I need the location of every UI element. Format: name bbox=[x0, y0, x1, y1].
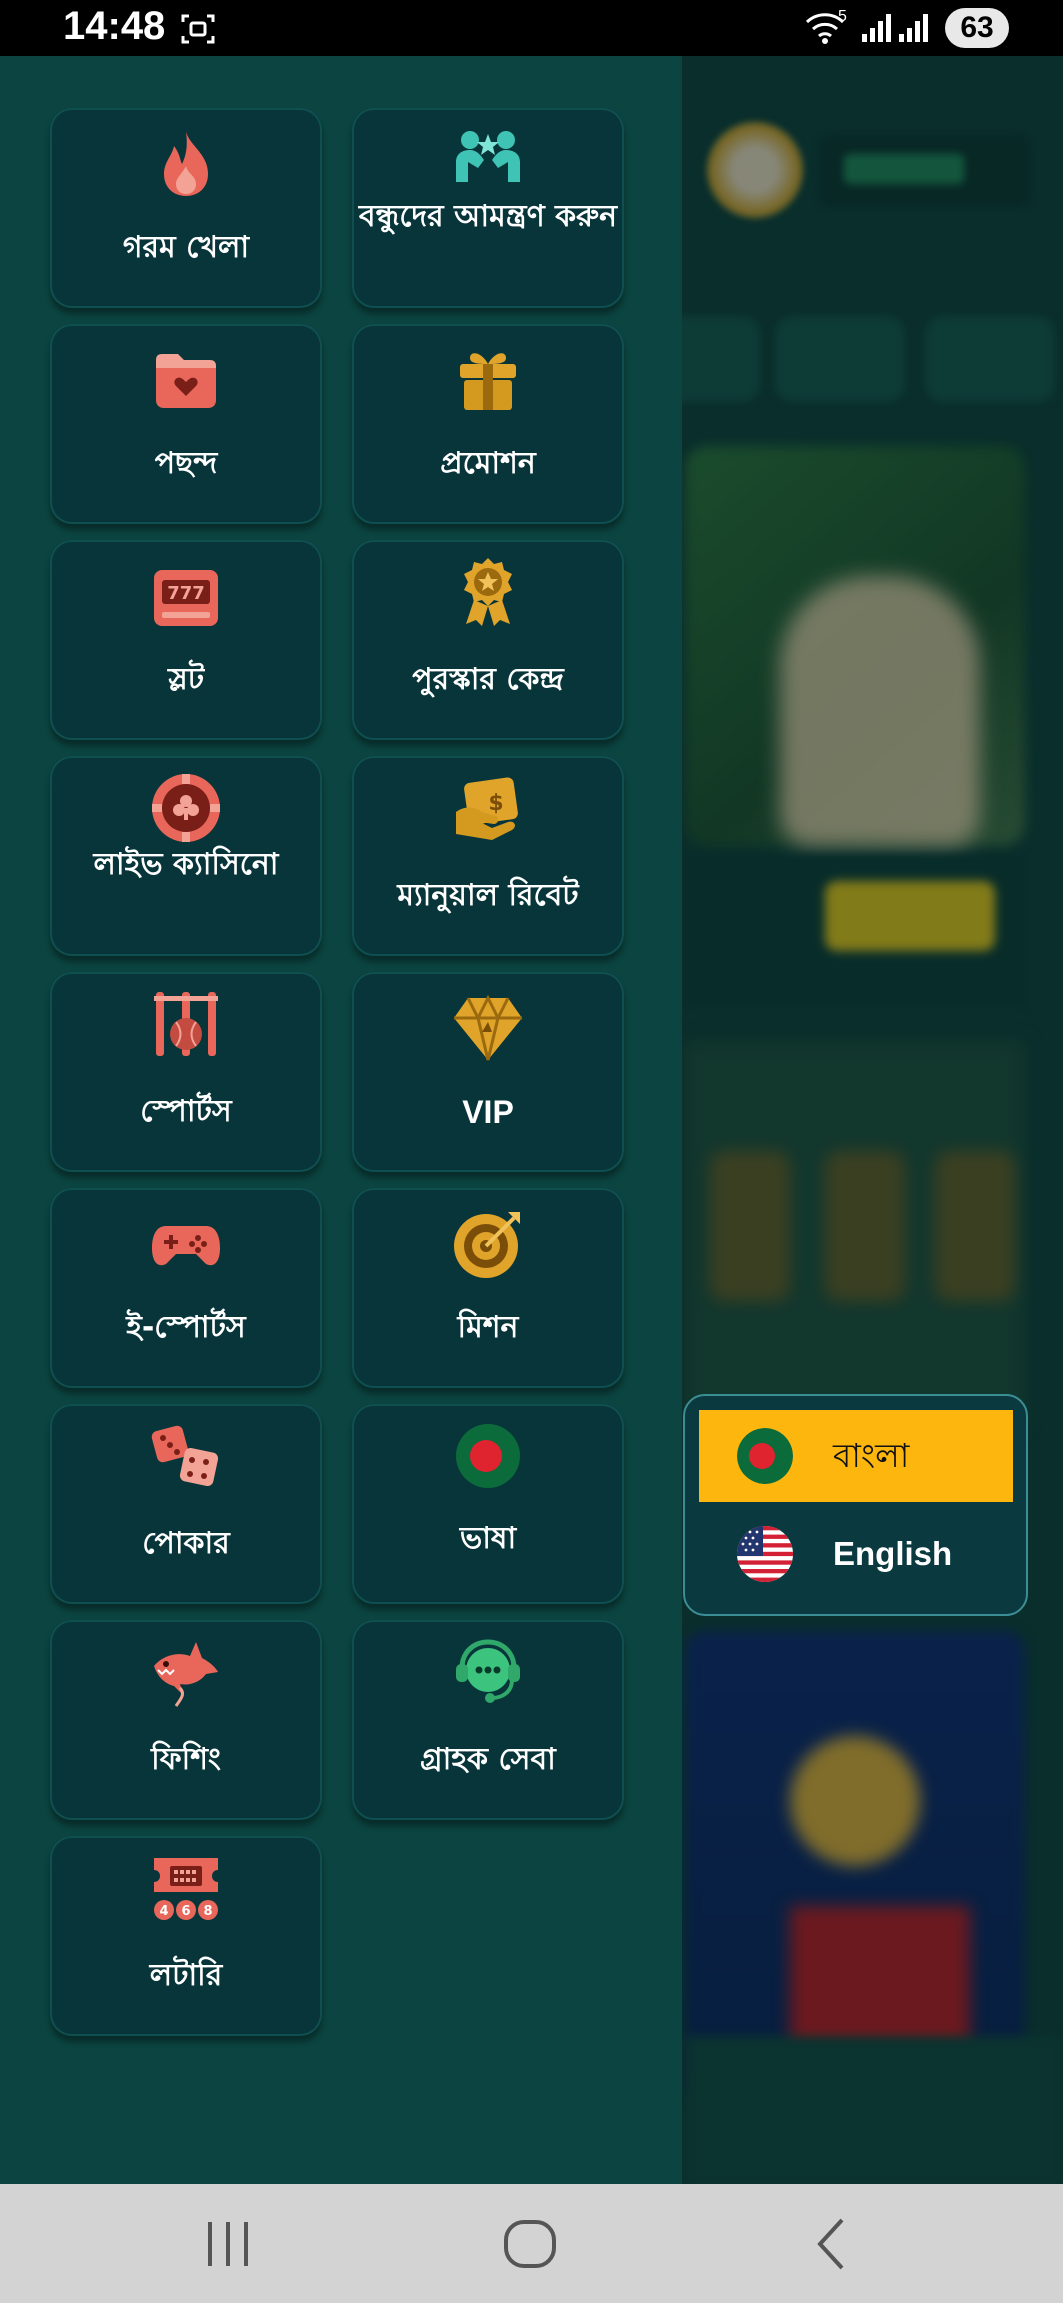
language-option-english[interactable]: English bbox=[699, 1508, 1013, 1600]
menu-item-label: ভাষা bbox=[459, 1521, 517, 1556]
menu-item-fishing[interactable]: ফিশিং bbox=[50, 1620, 322, 1820]
target-icon bbox=[454, 1212, 520, 1278]
gamepad-icon bbox=[152, 1226, 220, 1266]
dice-icon bbox=[151, 1425, 219, 1487]
gift-icon bbox=[460, 353, 516, 410]
menu-item-reward-center[interactable]: পুরস্কার কেন্দ্র bbox=[352, 540, 624, 740]
language-label: বাংলা bbox=[833, 1436, 910, 1475]
menu-item-label: লাইভ ক্যাসিনো bbox=[93, 847, 279, 882]
signal-icon-2 bbox=[899, 14, 928, 42]
bangladesh-flag-icon bbox=[737, 1428, 793, 1484]
language-option-bangla[interactable]: বাংলা bbox=[699, 1410, 1013, 1502]
invite-friends-icon bbox=[456, 131, 520, 182]
menu-item-favorites[interactable]: পছন্দ bbox=[50, 324, 322, 524]
menu-item-hot-games[interactable]: গরম খেলা bbox=[50, 108, 322, 308]
fire-icon bbox=[164, 132, 208, 196]
signal-icon bbox=[862, 14, 891, 42]
rebate-hand-icon: $ bbox=[456, 777, 518, 840]
menu-item-vip[interactable]: VIP bbox=[352, 972, 624, 1172]
menu-item-customer-service[interactable]: গ্রাহক সেবা bbox=[352, 1620, 624, 1820]
menu-item-esports[interactable]: ই-স্পোর্টস bbox=[50, 1188, 322, 1388]
svg-text:777: 777 bbox=[167, 583, 205, 604]
language-label: English bbox=[833, 1535, 953, 1572]
lottery-ticket-icon: 4 6 8 bbox=[154, 1858, 218, 1920]
status-time: 14:48 bbox=[63, 4, 166, 48]
menu-item-slot[interactable]: 777 স্লট bbox=[50, 540, 322, 740]
menu-item-label: ই-স্পোর্টস bbox=[126, 1310, 246, 1345]
menu-item-label: পছন্দ bbox=[154, 446, 218, 481]
bangladesh-flag-icon bbox=[456, 1424, 520, 1488]
screenshot-icon bbox=[181, 14, 215, 44]
menu-item-label: VIP bbox=[462, 1094, 514, 1130]
menu-item-label: গরম খেলা bbox=[122, 230, 250, 265]
home-icon[interactable] bbox=[498, 2212, 562, 2276]
back-icon[interactable] bbox=[802, 2212, 866, 2276]
menu-item-invite-friends[interactable]: বন্ধুদের আমন্ত্রণ করুন bbox=[352, 108, 624, 308]
menu-item-language[interactable]: ভাষা bbox=[352, 1404, 624, 1604]
casino-chip-icon bbox=[152, 774, 220, 842]
medal-icon bbox=[464, 558, 512, 626]
menu-item-lottery[interactable]: 4 6 8 লটারি bbox=[50, 1836, 322, 2036]
cricket-icon bbox=[154, 992, 218, 1056]
menu-item-label: স্পোর্টস bbox=[140, 1094, 232, 1129]
menu-item-label: বন্ধুদের আমন্ত্রণ করুন bbox=[358, 199, 618, 234]
menu-item-label: পুরস্কার কেন্দ্র bbox=[412, 662, 564, 697]
usa-flag-icon bbox=[737, 1526, 793, 1582]
svg-text:6: 6 bbox=[181, 1904, 190, 1919]
slot-machine-icon: 777 bbox=[154, 570, 218, 626]
wifi-label: 5 bbox=[838, 8, 847, 25]
menu-item-poker[interactable]: পোকার bbox=[50, 1404, 322, 1604]
menu-item-label: প্রমোশন bbox=[440, 446, 536, 481]
menu-item-label: স্লট bbox=[167, 662, 205, 697]
menu-item-sports[interactable]: স্পোর্টস bbox=[50, 972, 322, 1172]
favorite-folder-icon bbox=[156, 354, 216, 408]
menu-item-mission[interactable]: মিশন bbox=[352, 1188, 624, 1388]
menu-item-promotion[interactable]: প্রমোশন bbox=[352, 324, 624, 524]
diamond-icon bbox=[454, 994, 522, 1061]
menu-item-label: লটারি bbox=[149, 1958, 223, 1993]
menu-item-label: ম্যানুয়াল রিবেট bbox=[397, 878, 579, 913]
customer-service-icon bbox=[456, 1639, 520, 1703]
battery-indicator: 63 bbox=[945, 8, 1009, 48]
shark-icon bbox=[154, 1642, 218, 1707]
system-navigation-bar bbox=[0, 2184, 1063, 2303]
svg-text:8: 8 bbox=[203, 1904, 212, 1919]
menu-item-label: গ্রাহক সেবা bbox=[420, 1742, 556, 1777]
language-popover: বাংলা English bbox=[683, 1394, 1028, 1616]
menu-item-live-casino[interactable]: লাইভ ক্যাসিনো bbox=[50, 756, 322, 956]
menu-item-label: ফিশিং bbox=[151, 1742, 221, 1777]
recent-apps-icon[interactable] bbox=[196, 2212, 260, 2276]
svg-text:4: 4 bbox=[159, 1904, 168, 1919]
status-bar: 14:48 5 63 bbox=[0, 0, 1063, 56]
menu-item-label: মিশন bbox=[457, 1310, 519, 1345]
svg-text:$: $ bbox=[488, 791, 503, 816]
side-drawer: গরম খেলা বন্ধুদের আমন্ত্রণ করুন পছন্দ প্… bbox=[0, 56, 682, 2184]
menu-item-label: পোকার bbox=[142, 1526, 230, 1561]
menu-item-manual-rebate[interactable]: $ ম্যানুয়াল রিবেট bbox=[352, 756, 624, 956]
